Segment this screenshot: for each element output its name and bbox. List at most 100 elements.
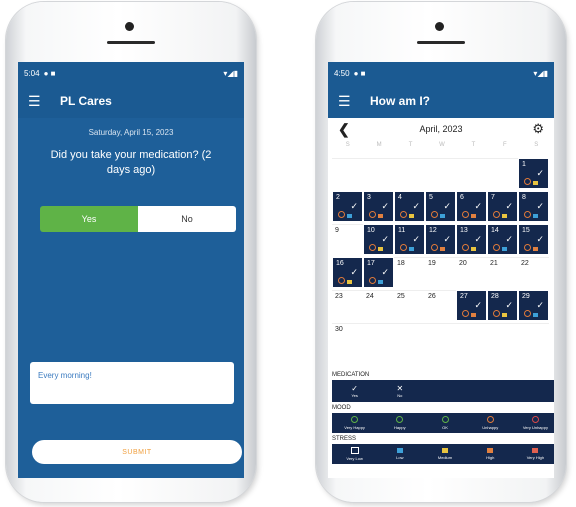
weekday-header: W [439, 142, 445, 148]
yes-no-toggle: Yes No [40, 206, 236, 232]
calendar-day[interactable]: 7 ✓ [487, 191, 518, 222]
day-number: 16 [336, 260, 344, 267]
legend-no-label: No [397, 393, 403, 398]
calendar-day[interactable]: 10 ✓ [363, 224, 394, 255]
no-button[interactable]: No [138, 206, 236, 232]
calendar-day[interactable]: 28 ✓ [487, 290, 518, 321]
stress-icon [440, 247, 445, 251]
camera-icon [435, 22, 444, 31]
legend-low-label: Low [396, 455, 404, 460]
mood-icon [369, 211, 376, 218]
very-happy-icon [351, 416, 359, 423]
calendar-day[interactable]: 14 ✓ [487, 224, 518, 255]
calendar-header: ❮ April, 2023 ⚙ [328, 118, 554, 140]
calendar-day[interactable]: 26 [425, 290, 456, 321]
status-bar: 5:04 ● ■ ▾◢▮ [18, 62, 244, 84]
day-number: 13 [460, 227, 468, 234]
calendar-blank [394, 158, 425, 189]
stress-icon [502, 313, 507, 317]
check-icon: ✓ [412, 234, 420, 244]
calendar-day[interactable]: 6 ✓ [456, 191, 487, 222]
stress-icon [378, 214, 383, 218]
phone-right: 4:50 ● ■ ▾◢▮ ☰ How am I? ❮ April, 2023 ⚙… [316, 2, 566, 502]
yes-button[interactable]: Yes [40, 206, 138, 232]
calendar-day[interactable]: 18 [394, 257, 425, 288]
calendar-day[interactable]: 15 ✓ [518, 224, 549, 255]
stress-legend-label: STRESS [332, 436, 357, 442]
calendar-day[interactable]: 25 [394, 290, 425, 321]
calendar-grid: 1 ✓ 2 ✓ 3 ✓ 4 ✓ 5 ✓ 6 ✓ 7 ✓ 8 ✓ 9 10 ✓ 11 ✓ 12 ✓ 13 ✓ 14 ✓ 15 ✓ 16 ✓ 17… [332, 158, 552, 354]
calendar-day[interactable]: 8 ✓ [518, 191, 549, 222]
stress-icon [533, 313, 538, 317]
calendar-blank [518, 323, 549, 354]
medication-screen: 5:04 ● ■ ▾◢▮ ☰ PL Cares Saturday, April … [18, 62, 244, 478]
calendar-blank [456, 158, 487, 189]
calendar-day[interactable]: 17 ✓ [363, 257, 394, 288]
check-icon: ✓ [536, 168, 544, 178]
calendar-day[interactable]: 23 [332, 290, 363, 321]
calendar-day[interactable]: 13 ✓ [456, 224, 487, 255]
medication-legend: ✓ Yes ✕ No [332, 380, 554, 402]
day-number: 28 [491, 293, 499, 300]
mood-icon [400, 244, 407, 251]
weekday-header: T [408, 142, 413, 148]
legend-high-label: High [486, 455, 495, 460]
calendar-day[interactable]: 1 ✓ [518, 158, 549, 189]
calendar-day[interactable]: 3 ✓ [363, 191, 394, 222]
stress-legend: Very Low Low Medium High Very High [332, 444, 554, 464]
current-date: Saturday, April 15, 2023 [88, 128, 174, 137]
day-number: 27 [460, 293, 468, 300]
calendar-day[interactable]: 30 [332, 323, 363, 354]
day-number: 19 [428, 260, 436, 267]
gear-icon[interactable]: ⚙ [532, 121, 544, 137]
day-number: 18 [397, 260, 405, 267]
mood-icon [369, 244, 376, 251]
note-input[interactable]: Every morning! [30, 362, 234, 404]
calendar-day[interactable]: 16 ✓ [332, 257, 363, 288]
calendar-day[interactable]: 24 [363, 290, 394, 321]
check-icon: ✓ [474, 201, 482, 211]
calendar-day[interactable]: 20 [456, 257, 487, 288]
day-number: 25 [397, 293, 405, 300]
calendar-day[interactable]: 21 [487, 257, 518, 288]
previous-month-icon[interactable]: ❮ [338, 121, 350, 138]
camera-icon [125, 22, 134, 31]
low-icon [396, 448, 403, 453]
stress-icon [502, 214, 507, 218]
weekday-header: F [503, 142, 507, 148]
calendar-day[interactable]: 9 [332, 224, 363, 255]
day-number: 24 [366, 293, 374, 300]
calendar-day[interactable]: 19 [425, 257, 456, 288]
check-icon: ✓ [443, 234, 451, 244]
calendar-day[interactable]: 2 ✓ [332, 191, 363, 222]
legend-yes-label: Yes [351, 393, 358, 398]
day-number: 23 [335, 293, 343, 300]
check-icon: ✓ [350, 201, 358, 211]
legend-medium: Medium [422, 444, 467, 464]
calendar-day[interactable]: 29 ✓ [518, 290, 549, 321]
weekday-header: T [471, 142, 476, 148]
app-bar: ☰ How am I? [328, 84, 554, 118]
phone-left: 5:04 ● ■ ▾◢▮ ☰ PL Cares Saturday, April … [6, 2, 256, 502]
calendar-day[interactable]: 22 [518, 257, 549, 288]
stress-icon [502, 247, 507, 251]
calendar-day[interactable]: 11 ✓ [394, 224, 425, 255]
day-number: 15 [522, 227, 530, 234]
day-number: 11 [398, 227, 406, 234]
calendar-day[interactable]: 27 ✓ [456, 290, 487, 321]
legend-ok-label: OK [442, 425, 448, 430]
calendar-day[interactable]: 5 ✓ [425, 191, 456, 222]
legend-happy-label: Happy [394, 425, 406, 430]
stress-icon [347, 280, 352, 284]
submit-button[interactable]: SUBMIT [32, 440, 242, 464]
day-number: 12 [429, 227, 437, 234]
calendar-day[interactable]: 12 ✓ [425, 224, 456, 255]
menu-icon[interactable]: ☰ [28, 93, 52, 110]
legend-very-high: Very High [513, 444, 554, 464]
check-icon: ✓ [351, 384, 358, 393]
stress-icon [471, 214, 476, 218]
menu-icon[interactable]: ☰ [338, 93, 362, 110]
calendar-day[interactable]: 4 ✓ [394, 191, 425, 222]
mood-icon [369, 277, 376, 284]
mood-icon [493, 310, 500, 317]
